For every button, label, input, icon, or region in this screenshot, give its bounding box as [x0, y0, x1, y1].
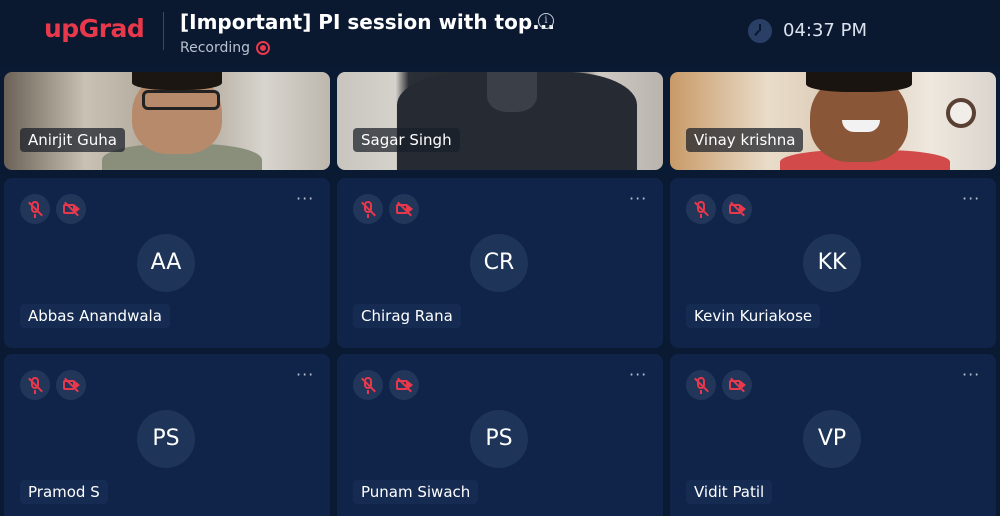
- header-divider: [163, 12, 164, 50]
- participant-name: Vinay krishna: [686, 128, 804, 152]
- participant-tile[interactable]: ··· PS Pramod S: [4, 354, 330, 516]
- current-time: 04:37 PM: [783, 20, 867, 41]
- camera-off-icon[interactable]: [389, 370, 419, 400]
- avatar: CR: [470, 234, 528, 292]
- more-options-icon[interactable]: ···: [629, 367, 649, 383]
- top-bar: upGrad [Important] PI session with top..…: [0, 0, 1000, 66]
- recording-label: Recording: [180, 40, 251, 56]
- recording-dot-icon: [256, 41, 271, 55]
- participant-video-hair: [806, 72, 912, 92]
- mic-muted-icon[interactable]: [20, 194, 50, 224]
- camera-off-icon[interactable]: [722, 370, 752, 400]
- more-options-icon[interactable]: ···: [629, 191, 649, 207]
- session-title: [Important] PI session with top...: [180, 10, 555, 34]
- recording-indicator: Recording: [180, 40, 271, 56]
- avatar: KK: [803, 234, 861, 292]
- participant-tile[interactable]: ··· PS Punam Siwach: [337, 354, 663, 516]
- mic-muted-icon[interactable]: [686, 370, 716, 400]
- participant-name: Sagar Singh: [353, 128, 460, 152]
- participant-name: Vidit Patil: [686, 480, 773, 504]
- more-options-icon[interactable]: ···: [296, 367, 316, 383]
- participant-name: Chirag Rana: [353, 304, 461, 328]
- mic-muted-icon[interactable]: [20, 370, 50, 400]
- participant-video-collar: [487, 72, 537, 112]
- participant-tile[interactable]: ··· CR Chirag Rana: [337, 178, 663, 348]
- more-options-icon[interactable]: ···: [962, 191, 982, 207]
- camera-off-icon[interactable]: [56, 370, 86, 400]
- info-icon[interactable]: i: [538, 13, 554, 29]
- participant-name: Abbas Anandwala: [20, 304, 170, 328]
- participant-video-smile: [842, 120, 880, 132]
- participant-tile[interactable]: ··· VP Vidit Patil: [670, 354, 996, 516]
- camera-off-icon[interactable]: [722, 194, 752, 224]
- camera-off-icon[interactable]: [56, 194, 86, 224]
- video-tile-anirjit[interactable]: Anirjit Guha: [4, 72, 330, 170]
- avatar: PS: [137, 410, 195, 468]
- participant-tile[interactable]: ··· AA Abbas Anandwala: [4, 178, 330, 348]
- participant-video-hair: [132, 72, 222, 90]
- avatar: AA: [137, 234, 195, 292]
- background-wall-decor: [946, 98, 976, 128]
- participant-video-glasses: [142, 90, 220, 110]
- camera-off-icon[interactable]: [389, 194, 419, 224]
- mic-muted-icon[interactable]: [686, 194, 716, 224]
- mic-muted-icon[interactable]: [353, 370, 383, 400]
- participant-name: Anirjit Guha: [20, 128, 125, 152]
- clock-icon: [748, 19, 772, 43]
- participant-name: Pramod S: [20, 480, 108, 504]
- video-tile-vinay[interactable]: Vinay krishna: [670, 72, 996, 170]
- participant-tile[interactable]: ··· KK Kevin Kuriakose: [670, 178, 996, 348]
- participant-name: Punam Siwach: [353, 480, 479, 504]
- avatar: VP: [803, 410, 861, 468]
- avatar: PS: [470, 410, 528, 468]
- mic-muted-icon[interactable]: [353, 194, 383, 224]
- upgrad-logo: upGrad: [44, 14, 145, 43]
- more-options-icon[interactable]: ···: [962, 367, 982, 383]
- participant-name: Kevin Kuriakose: [686, 304, 821, 328]
- more-options-icon[interactable]: ···: [296, 191, 316, 207]
- video-tile-sagar[interactable]: Sagar Singh: [337, 72, 663, 170]
